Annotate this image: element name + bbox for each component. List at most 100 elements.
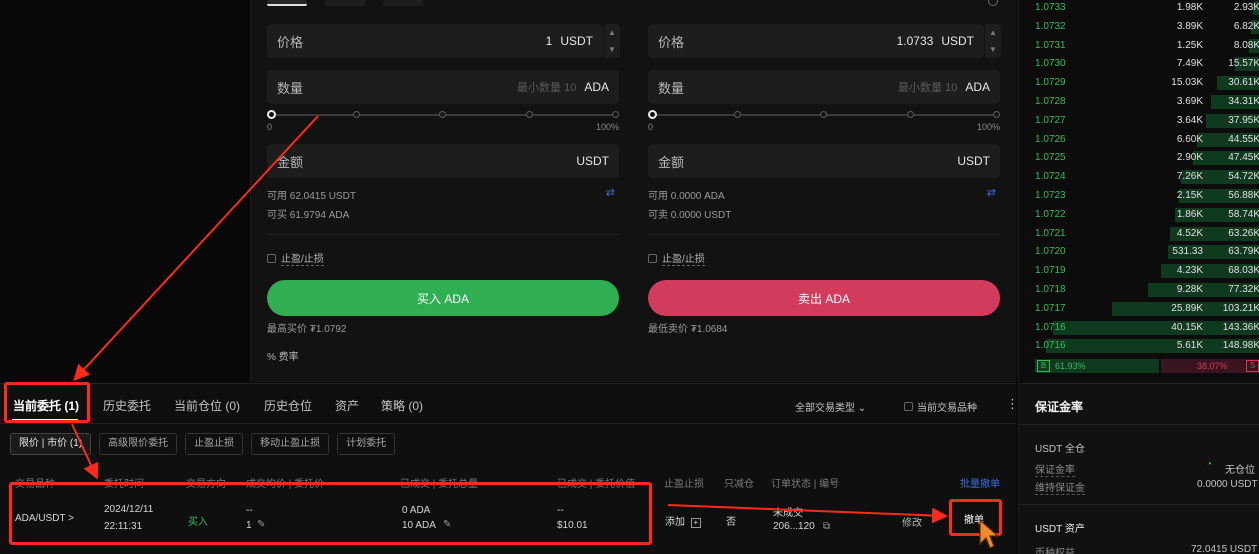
buy-price-input[interactable]: 价格 1 USDT — [267, 24, 603, 58]
chevron-down-icon[interactable]: ▼ — [608, 45, 616, 54]
orderbook-row[interactable]: 1.0724 7.26K 54.72K — [1019, 169, 1259, 185]
table-row: ADA/USDT > 2024/12/11 22:11:31 买入 -- 1 ✎… — [0, 489, 1016, 539]
slider-handle[interactable] — [267, 110, 276, 119]
buy-tpsl-toggle[interactable]: 止盈/止损 — [267, 250, 324, 266]
slider-handle[interactable] — [648, 110, 657, 119]
sell-price-input[interactable]: 价格 1.0733 USDT — [648, 24, 984, 58]
orderbook-row[interactable]: 1.0717 25.89K 103.21K — [1019, 301, 1259, 317]
tab-assets[interactable]: 资产 — [335, 397, 359, 414]
order-subtabs: 限价 | 市价 (1) 高级限价委托 止盈止损 移动止盈止损 计划委托 — [10, 433, 396, 455]
slider-min-label: 0 — [267, 122, 273, 132]
orderbook-row[interactable]: 1.0716 40.15K 143.36K — [1019, 320, 1259, 336]
slider-step[interactable] — [907, 111, 914, 118]
plus-square-icon[interactable]: + — [690, 518, 701, 528]
orderbook-row[interactable]: 1.0721 4.52K 63.26K — [1019, 226, 1259, 242]
orderbook-row[interactable]: 1.0718 9.28K 77.32K — [1019, 282, 1259, 298]
sell-tpsl-toggle[interactable]: 止盈/止损 — [648, 250, 705, 266]
header-time: 委托时间 — [104, 479, 144, 490]
orderbook-total: 15.57K — [1228, 58, 1259, 70]
tab-positions[interactable]: 当前仓位 (0) — [174, 397, 240, 414]
subtab-trailing-tpsl[interactable]: 移动止盈止损 — [251, 433, 330, 455]
margin-rate-label: 保证金率 — [1035, 461, 1075, 477]
subtab-limit-market[interactable]: 限价 | 市价 (1) — [10, 433, 92, 455]
orderbook-row[interactable]: 1.0716 5.61K 148.98K — [1019, 338, 1259, 354]
batch-cancel-link[interactable]: 批量撤单 — [960, 475, 1000, 490]
tab-open-orders[interactable]: 当前委托 (1) — [13, 397, 79, 414]
slider-step[interactable] — [526, 111, 533, 118]
checkbox[interactable] — [904, 402, 913, 411]
edit-icon[interactable]: ✎ — [443, 519, 451, 530]
orderbook-row[interactable]: 1.0722 1.86K 58.74K — [1019, 207, 1259, 223]
mouse-cursor-icon — [979, 518, 1000, 549]
modify-order-button[interactable]: 修改 — [902, 514, 922, 529]
maintenance-margin-label: 维持保证金 — [1035, 479, 1085, 495]
orders-table-header: 交易品种 委托时间 交易方向 成交均价 | 委托价 已成交 | 委托总量 已成交… — [0, 475, 1016, 490]
fee-rate-link[interactable]: % 费率 — [267, 348, 299, 363]
slider-step[interactable] — [993, 111, 1000, 118]
no-position-text: 无仓位 — [1225, 465, 1255, 476]
subtab-trigger[interactable]: 计划委托 — [337, 433, 396, 455]
checkbox[interactable] — [267, 253, 276, 263]
margin-title: 保证金率 — [1035, 400, 1084, 414]
orderbook-row[interactable]: 1.0720 531.33 63.79K — [1019, 244, 1259, 260]
tab-order-history[interactable]: 历史委托 — [103, 397, 151, 414]
orderbook-row[interactable]: 1.0727 3.64K 37.95K — [1019, 113, 1259, 129]
chevron-up-icon[interactable]: ▲ — [608, 28, 616, 37]
tab-strategies[interactable]: 策略 (0) — [381, 397, 423, 414]
buy-price-stepper[interactable]: ▲ ▼ — [604, 24, 620, 58]
orderbook-price: 1.0730 — [1035, 58, 1066, 70]
buy-available: 可用 62.0415 USDT — [267, 191, 356, 202]
subtab-advanced-limit[interactable]: 高级限价委托 — [99, 433, 178, 455]
copy-icon[interactable]: ⧉ — [823, 521, 830, 532]
trade-type-filter[interactable]: 全部交易类型 ⌄ — [795, 399, 866, 414]
chevron-up-icon[interactable]: ▲ — [989, 28, 997, 37]
buy-amount-input[interactable]: 金额 USDT — [267, 144, 619, 178]
orderbook-price: 1.0726 — [1035, 133, 1066, 145]
order-symbol-link[interactable]: ADA/USDT > — [15, 513, 74, 524]
tab-position-history[interactable]: 历史仓位 — [264, 397, 312, 414]
chevron-down-icon[interactable]: ▼ — [989, 45, 997, 54]
orderbook-price: 1.0722 — [1035, 208, 1066, 220]
sell-qty-placeholder: 最小数量 10 — [898, 82, 958, 94]
orderbook-row[interactable]: 1.0723 2.15K 56.88K — [1019, 188, 1259, 204]
orderbook-amount: 3.89K — [1176, 20, 1203, 32]
edit-icon[interactable]: ✎ — [257, 519, 265, 530]
orderbook-row[interactable]: 1.0733 1.98K 2.93K — [1019, 0, 1259, 16]
sell-amount-input[interactable]: 金额 USDT — [648, 144, 1000, 178]
buy-slider-labels: 0 100% — [267, 122, 619, 132]
orderbook-total: 44.55K — [1228, 133, 1259, 145]
buy-percent-slider[interactable] — [267, 110, 619, 120]
slider-step[interactable] — [439, 111, 446, 118]
sell-price-stepper[interactable]: ▲ ▼ — [985, 24, 1001, 58]
orderbook-row[interactable]: 1.0726 6.60K 44.55K — [1019, 132, 1259, 148]
sell-qty-input[interactable]: 数量 最小数量 10 ADA — [648, 70, 1000, 104]
orderbook-row[interactable]: 1.0732 3.89K 6.82K — [1019, 19, 1259, 35]
slider-step[interactable] — [820, 111, 827, 118]
orderbook-total: 30.61K — [1228, 77, 1259, 89]
sell-percent-slider[interactable] — [648, 110, 1000, 120]
swap-icon[interactable]: ⇄ — [606, 186, 615, 199]
sell-price-label: 价格 — [658, 34, 685, 50]
subtab-tpsl[interactable]: 止盈止损 — [185, 433, 244, 455]
order-time: 22:11:31 — [104, 521, 143, 532]
swap-icon[interactable]: ⇄ — [987, 186, 996, 199]
sell-badge: S — [1246, 360, 1259, 372]
buy-button[interactable]: 买入 ADA — [267, 280, 619, 316]
header-value: 已成交 | 委托价值 — [557, 479, 636, 490]
sell-button[interactable]: 卖出 ADA — [648, 280, 1000, 316]
buy-price-value: 1 — [545, 34, 553, 48]
buy-qty-input[interactable]: 数量 最小数量 10 ADA — [267, 70, 619, 104]
slider-step[interactable] — [353, 111, 360, 118]
current-symbol-filter[interactable]: 当前交易品种 — [904, 399, 977, 414]
orderbook-row[interactable]: 1.0725 2.90K 47.45K — [1019, 150, 1259, 166]
orderbook-row[interactable]: 1.0731 1.25K 8.08K — [1019, 38, 1259, 54]
orderbook-row[interactable]: 1.0729 15.03K 30.61K — [1019, 75, 1259, 91]
orderbook-row[interactable]: 1.0730 7.49K 15.57K — [1019, 56, 1259, 72]
slider-step[interactable] — [612, 111, 619, 118]
slider-step[interactable] — [734, 111, 741, 118]
tpsl-add-button[interactable]: 添加 + — [665, 513, 701, 528]
orderbook-row[interactable]: 1.0719 4.23K 68.03K — [1019, 263, 1259, 279]
checkbox[interactable] — [648, 253, 657, 263]
orderbook-total: 34.31K — [1228, 96, 1259, 107]
orderbook-row[interactable]: 1.0728 3.69K 34.31K — [1019, 94, 1259, 110]
